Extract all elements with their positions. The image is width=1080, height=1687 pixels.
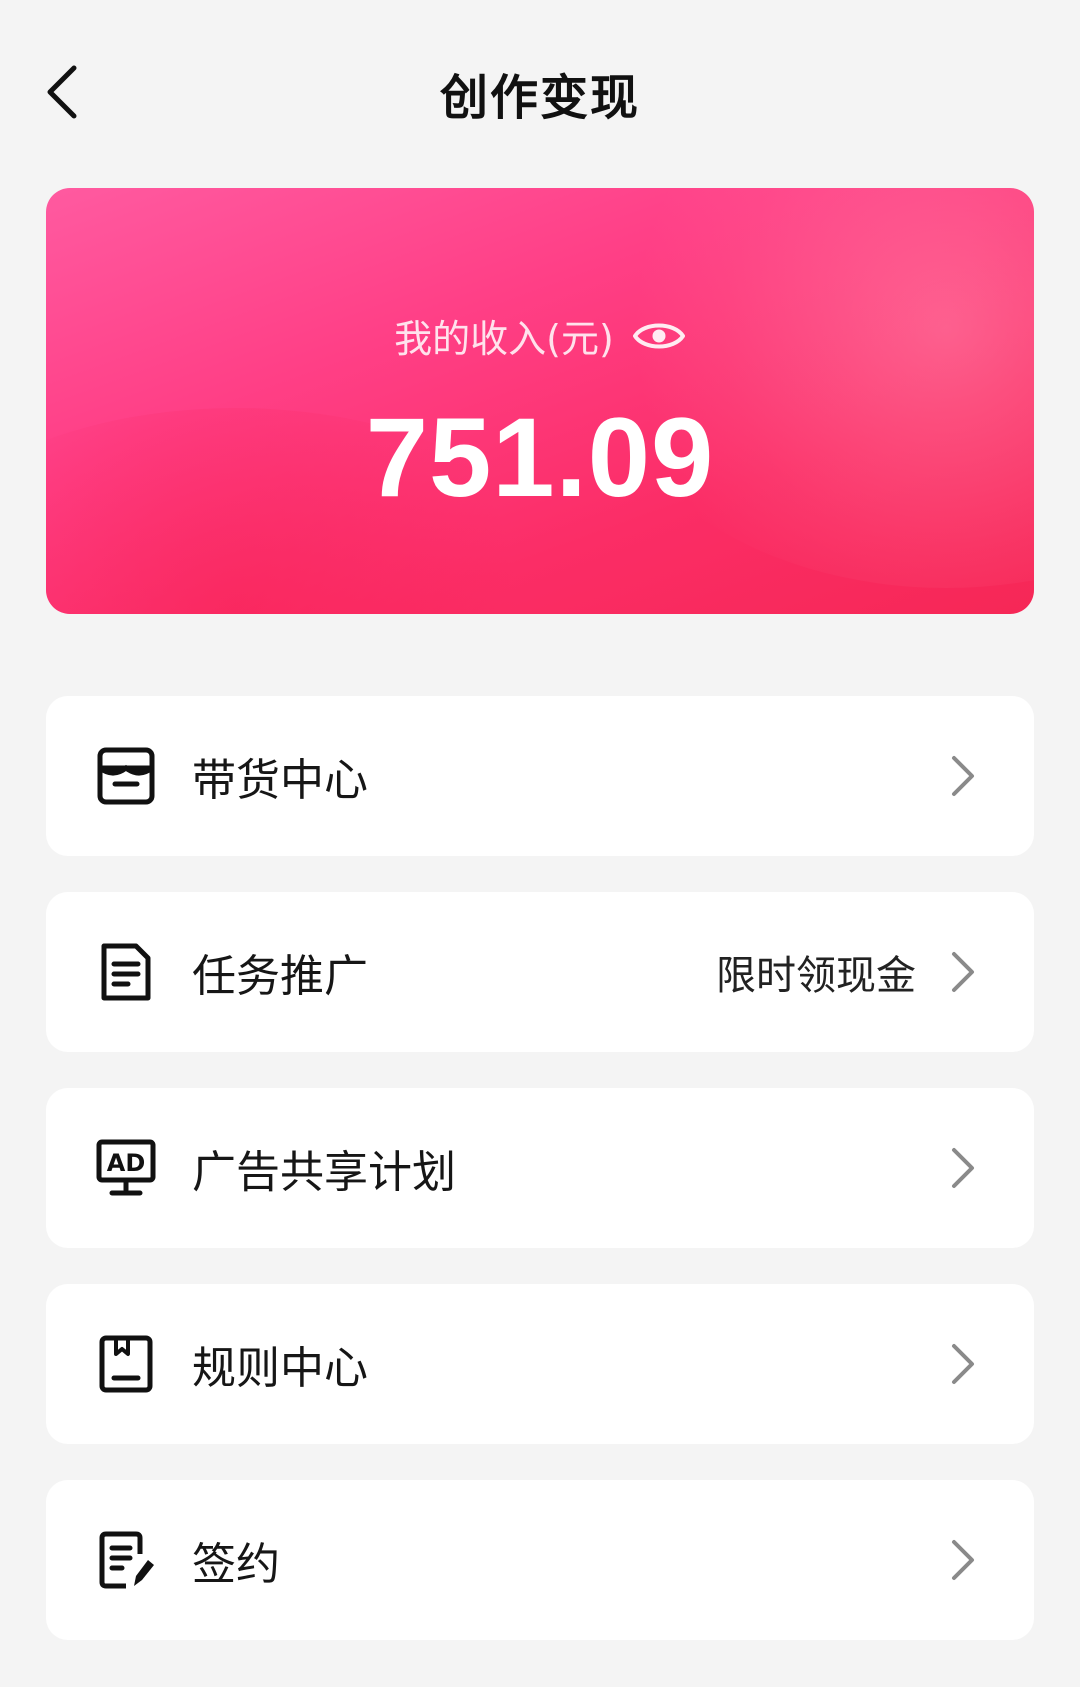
sign-contract-icon <box>96 1530 156 1590</box>
chevron-right-icon <box>952 1148 974 1188</box>
chevron-right-icon <box>952 952 974 992</box>
chevron-right-icon <box>952 1344 974 1384</box>
chevron-right-icon <box>952 1540 974 1580</box>
eye-icon <box>632 323 685 348</box>
income-amount: 751.09 <box>365 395 715 520</box>
income-label-row: 我的收入(元) <box>46 308 1034 363</box>
menu-item-label: 规则中心 <box>192 1343 368 1394</box>
menu-item-sales-center[interactable]: 带货中心 <box>46 696 1034 856</box>
menu-item-label: 广告共享计划 <box>192 1147 456 1198</box>
income-card: 我的收入(元) 751.09 <box>46 188 1034 614</box>
ad-monitor-icon: AD <box>96 1138 156 1198</box>
income-label: 我的收入(元) <box>394 317 614 361</box>
menu-item-task-promotion[interactable]: 任务推广 限时领现金 <box>46 892 1034 1052</box>
top-bar: 创作变现 <box>0 0 1080 190</box>
page-title: 创作变现 <box>439 70 640 126</box>
menu-item-label: 带货中心 <box>192 755 368 806</box>
rules-book-icon <box>96 1334 156 1394</box>
document-icon <box>96 942 156 1002</box>
menu-item-ad-sharing-plan[interactable]: AD 广告共享计划 <box>46 1088 1034 1248</box>
toggle-visibility-button[interactable] <box>632 318 686 354</box>
menu-item-sign-contract[interactable]: 签约 <box>46 1480 1034 1640</box>
menu-item-rules-center[interactable]: 规则中心 <box>46 1284 1034 1444</box>
card-glow-decoration <box>586 188 1034 588</box>
menu-item-label: 任务推广 <box>192 951 368 1002</box>
store-icon <box>96 746 156 806</box>
chevron-right-icon <box>952 756 974 796</box>
menu-item-label: 签约 <box>192 1539 280 1590</box>
svg-text:AD: AD <box>107 1149 146 1177</box>
cash-promo-hint: 限时领现金 <box>716 953 916 999</box>
